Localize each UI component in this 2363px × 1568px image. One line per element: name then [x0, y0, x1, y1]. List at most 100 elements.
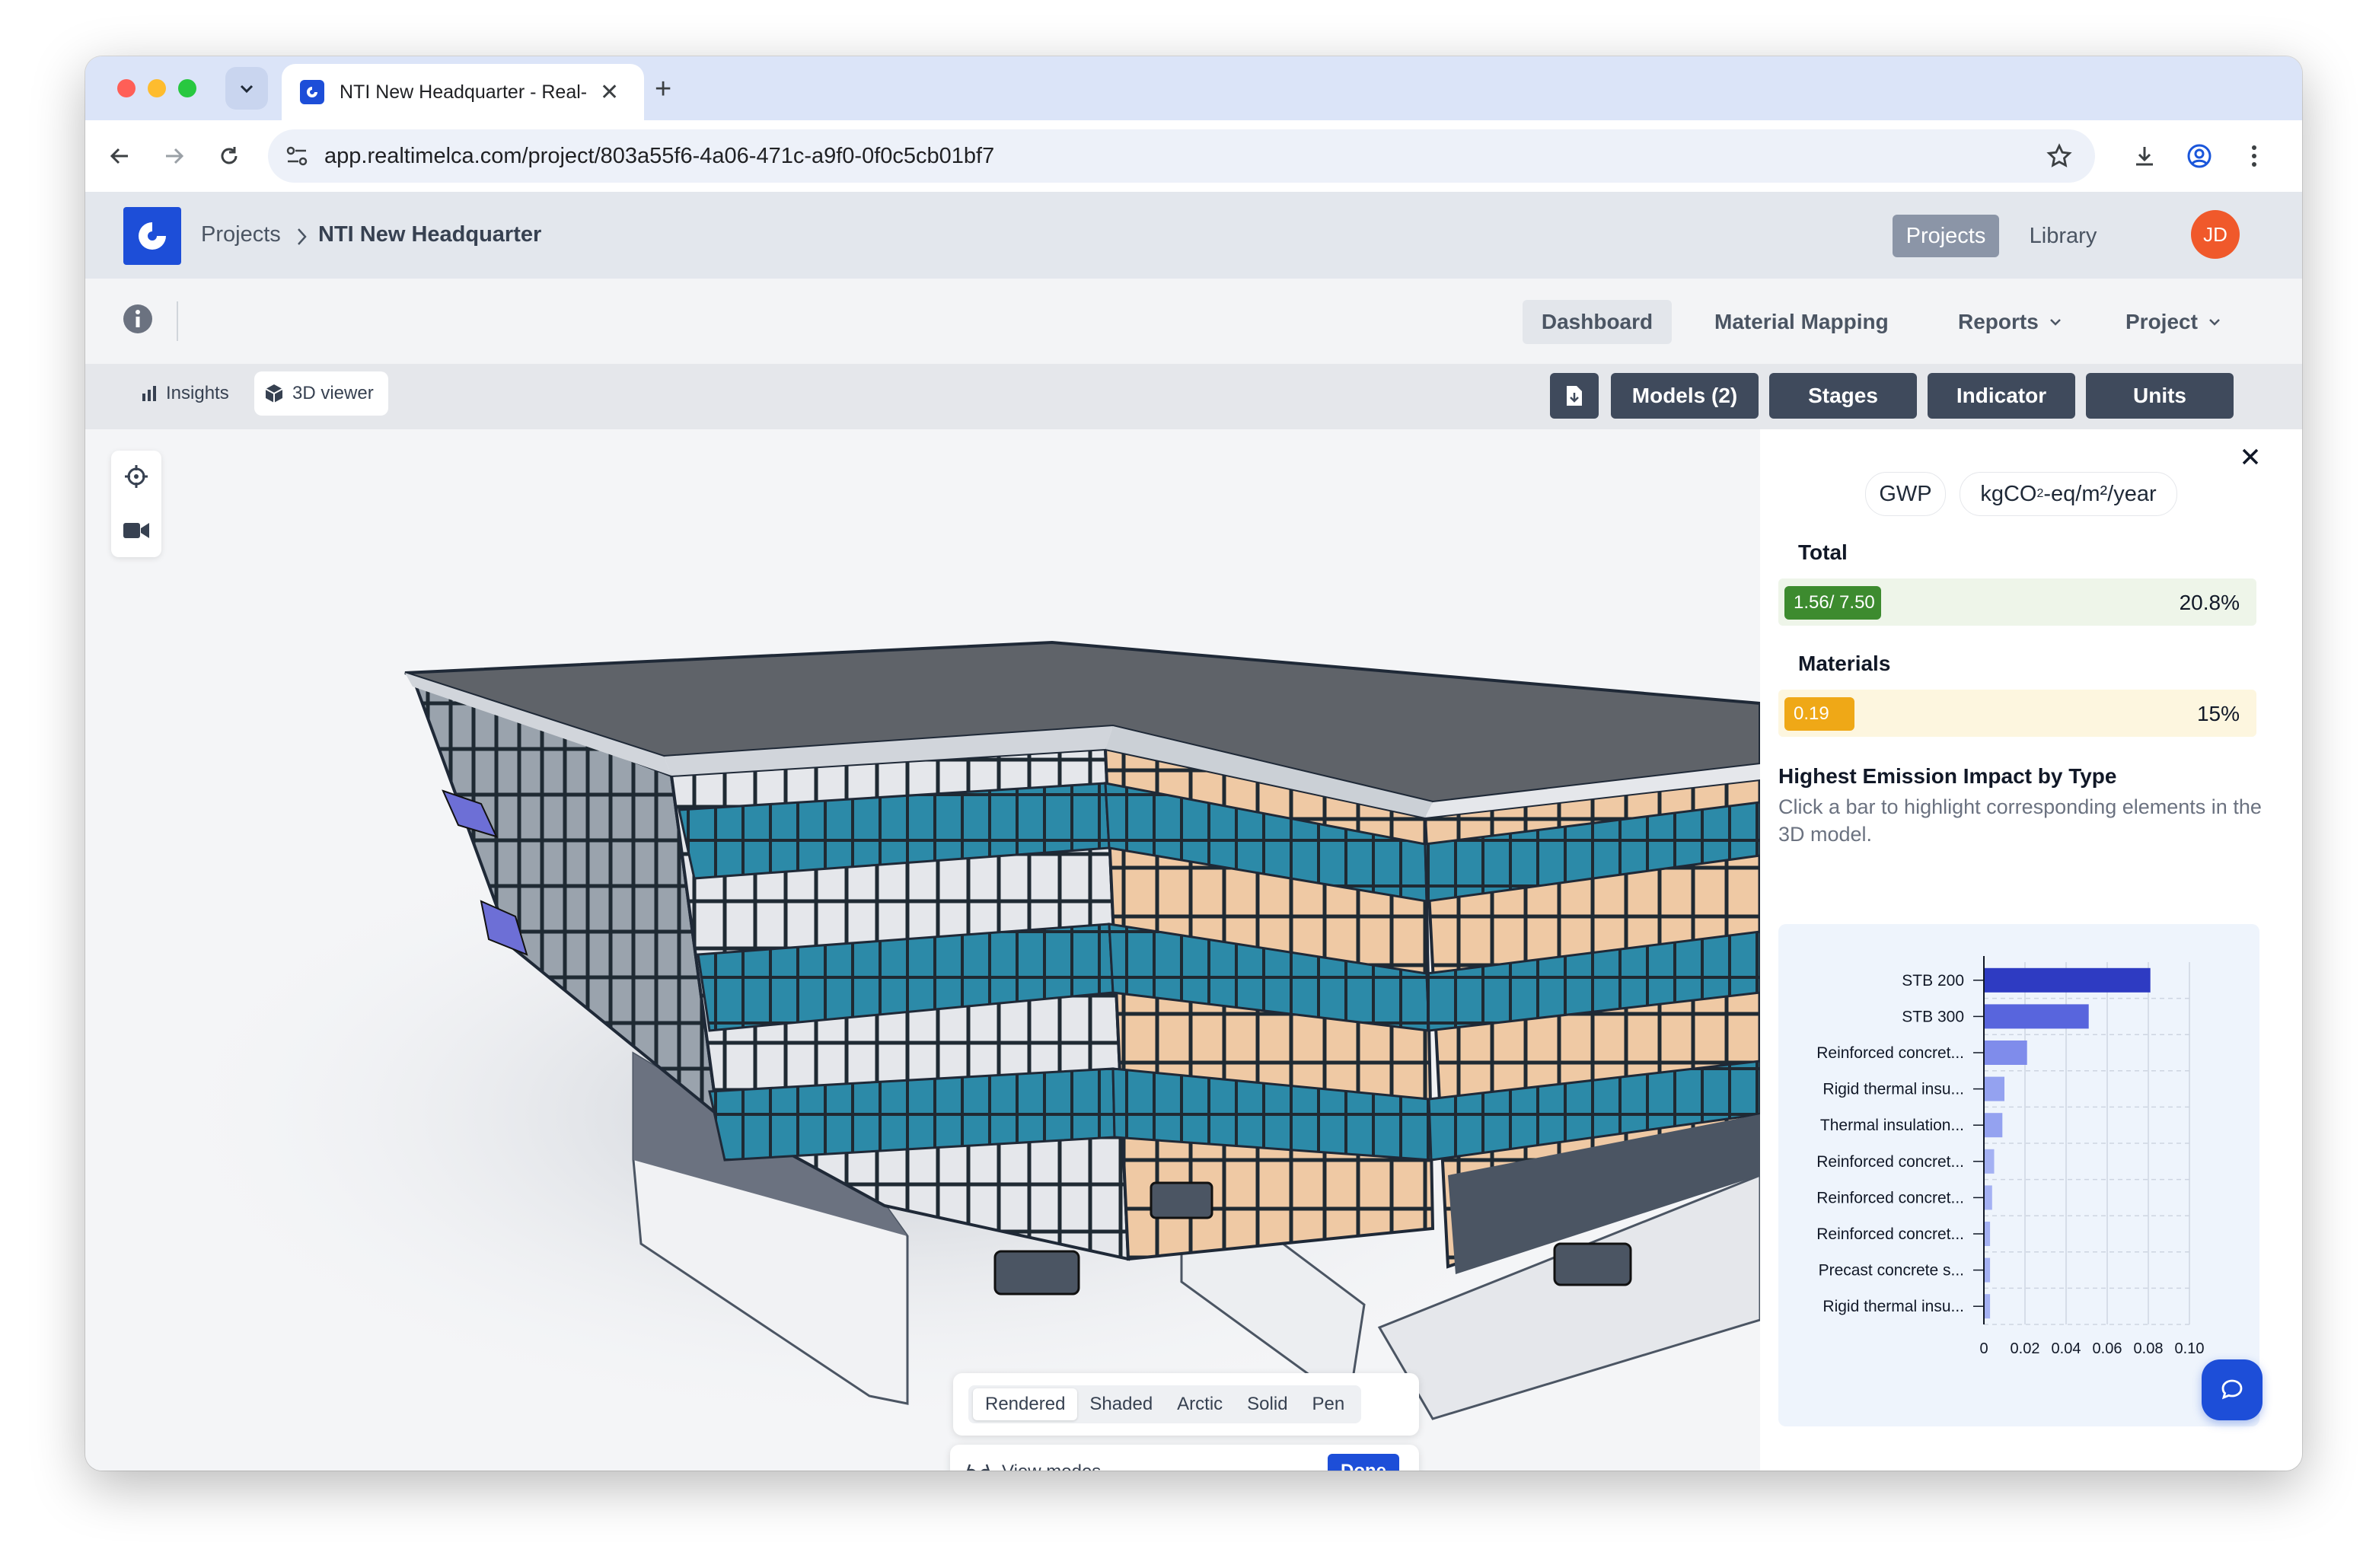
total-progress[interactable]: 1.56/ 7.50 20.8%	[1778, 578, 2256, 626]
chart-title: Highest Emission Impact by Type	[1778, 764, 2117, 788]
export-file-button[interactable]	[1550, 373, 1599, 419]
unit-chip[interactable]: kgCO 2 -eq/m²/year	[1960, 472, 2177, 516]
viewer-toolbar: Insights 3D viewer Models (2) Stages Ind…	[85, 364, 2302, 429]
bookmark-star-icon[interactable]	[2046, 143, 2072, 169]
tab-title: NTI New Headquarter - Real-	[340, 81, 588, 103]
chevron-down-icon	[2049, 319, 2061, 326]
materials-value: 0.19	[1784, 697, 1854, 731]
browser-window: NTI New Headquarter - Real- ✕ + app.real…	[85, 56, 2302, 1471]
breadcrumb-projects[interactable]: Projects	[201, 222, 281, 247]
reports-label: Reports	[1958, 310, 2039, 333]
browser-toolbar: app.realtimelca.com/project/803a55f6-4a0…	[85, 120, 2302, 193]
view-mode-group: Rendered Shaded Arctic Solid Pen	[968, 1385, 1362, 1423]
user-avatar[interactable]: JD	[2191, 210, 2240, 259]
emission-chart-container: 0 0.02 0.04 0.06 0.08 0.10 STB 200 STB 300 Reinf…	[1778, 924, 2259, 1426]
tab-search-button[interactable]	[225, 67, 268, 110]
reload-icon[interactable]	[210, 137, 248, 175]
unit-chip-suffix: -eq/m²/year	[2043, 481, 2157, 506]
view-mode-switcher: Rendered Shaded Arctic Solid Pen	[953, 1373, 1419, 1436]
indicator-button[interactable]: Indicator	[1928, 373, 2075, 419]
units-button[interactable]: Units	[2086, 373, 2234, 419]
bar-chart-icon	[142, 386, 156, 401]
view-mode-arctic[interactable]: Arctic	[1165, 1388, 1235, 1420]
unit-chip-text: kgCO	[1980, 481, 2037, 506]
close-window-button[interactable]	[117, 79, 136, 97]
chart-hint: Click a bar to highlight corresponding e…	[1778, 795, 2262, 846]
y-tick-label: Reinforced concret...	[1816, 1225, 1964, 1243]
tab-insights[interactable]: Insights	[120, 371, 251, 416]
browser-tab-active[interactable]: NTI New Headquarter - Real- ✕	[282, 64, 644, 120]
chart-bar[interactable]	[1984, 1294, 1991, 1319]
y-tick-label: Thermal insulation...	[1820, 1117, 1964, 1134]
y-tick-label: Reinforced concret...	[1816, 1044, 1964, 1062]
x-tick-label: 0.08	[2134, 1340, 2164, 1357]
back-icon[interactable]	[100, 137, 139, 175]
chart-bar[interactable]	[1984, 1041, 2027, 1065]
chart-bar[interactable]	[1984, 1004, 2089, 1029]
view-mode-solid[interactable]: Solid	[1235, 1388, 1299, 1420]
building-model[interactable]	[85, 429, 1760, 1471]
view-modes-bar: View modes Done	[950, 1445, 1419, 1471]
project-label: Project	[2125, 310, 2198, 333]
close-tab-icon[interactable]: ✕	[600, 79, 619, 106]
view-mode-shaded[interactable]: Shaded	[1077, 1388, 1165, 1420]
site-settings-icon[interactable]	[285, 145, 309, 167]
maximize-window-button[interactable]	[178, 79, 196, 97]
y-tick-label: Precast concrete s...	[1819, 1262, 1964, 1280]
tab-strip: NTI New Headquarter - Real- ✕ +	[85, 56, 2302, 120]
materials-label: Materials	[1798, 652, 1891, 675]
stages-button[interactable]: Stages	[1769, 373, 1917, 419]
chart-bar[interactable]	[1984, 1149, 1995, 1174]
divider	[177, 301, 178, 341]
done-button[interactable]: Done	[1328, 1454, 1399, 1471]
reports-menu[interactable]: Reports	[1958, 300, 2063, 344]
chart-bar[interactable]	[1984, 1257, 1991, 1283]
chart-bar[interactable]	[1984, 967, 2151, 993]
tab-material-mapping[interactable]: Material Mapping	[1714, 300, 1889, 344]
url-text: app.realtimelca.com/project/803a55f6-4a0…	[324, 144, 995, 168]
chart-bar[interactable]	[1984, 1076, 2004, 1101]
tab-insights-label: Insights	[166, 383, 229, 403]
indicator-chip[interactable]: GWP	[1865, 472, 1946, 516]
logo-icon	[139, 222, 166, 250]
view-mode-rendered[interactable]: Rendered	[973, 1388, 1078, 1420]
forward-icon[interactable]	[155, 137, 193, 175]
chart-bar[interactable]	[1984, 1113, 2003, 1138]
total-value: 1.56/ 7.50	[1784, 586, 1881, 620]
minimize-window-button[interactable]	[148, 79, 166, 97]
y-tick-label: Reinforced concret...	[1816, 1189, 1964, 1206]
browser-menu-icon[interactable]	[2235, 137, 2273, 175]
site-favicon-icon	[300, 80, 324, 104]
materials-progress[interactable]: 0.19 15%	[1778, 690, 2256, 737]
profile-icon[interactable]	[2180, 137, 2218, 175]
info-icon[interactable]	[122, 303, 154, 335]
breadcrumb-chevron-icon	[298, 228, 307, 245]
download-icon[interactable]	[2125, 137, 2164, 175]
models-button[interactable]: Models (2)	[1611, 373, 1759, 419]
y-tick-label: STB 300	[1902, 1008, 1964, 1025]
library-nav-link[interactable]: Library	[2010, 215, 2116, 257]
chat-button[interactable]	[2202, 1359, 2263, 1420]
y-tick-label: Reinforced concret...	[1816, 1153, 1964, 1171]
app-logo[interactable]	[123, 207, 181, 265]
chart-bar[interactable]	[1984, 1222, 1991, 1246]
3d-viewer-canvas[interactable]: Rendered Shaded Arctic Solid Pen View mo…	[85, 429, 1760, 1471]
x-tick-label: 0.02	[2011, 1340, 2040, 1357]
project-menu[interactable]: Project	[2125, 300, 2222, 344]
view-mode-pen[interactable]: Pen	[1300, 1388, 1357, 1420]
total-percent: 20.8%	[2179, 591, 2240, 614]
address-bar[interactable]: app.realtimelca.com/project/803a55f6-4a0…	[268, 129, 2095, 183]
emission-panel: GWP kgCO 2 -eq/m²/year Total 1.56/ 7.50 20…	[1760, 429, 2302, 1471]
y-tick-label: Rigid thermal insu...	[1822, 1081, 1964, 1098]
projects-nav-button[interactable]: Projects	[1893, 215, 1999, 257]
y-tick-label: STB 200	[1902, 972, 1964, 990]
tab-3d-viewer[interactable]: 3D viewer	[254, 371, 388, 416]
tab-dashboard[interactable]: Dashboard	[1523, 300, 1672, 344]
app-header: Projects NTI New Headquarter Projects Li…	[85, 192, 2302, 279]
new-tab-icon[interactable]: +	[655, 73, 671, 106]
chart-bar[interactable]	[1984, 1185, 1992, 1210]
emission-bar-chart[interactable]: 0 0.02 0.04 0.06 0.08 0.10 STB 200 STB 300 Reinf…	[1778, 924, 2259, 1426]
close-icon[interactable]	[2240, 446, 2261, 467]
file-download-icon	[1567, 386, 1582, 406]
glasses-icon	[967, 1464, 990, 1471]
